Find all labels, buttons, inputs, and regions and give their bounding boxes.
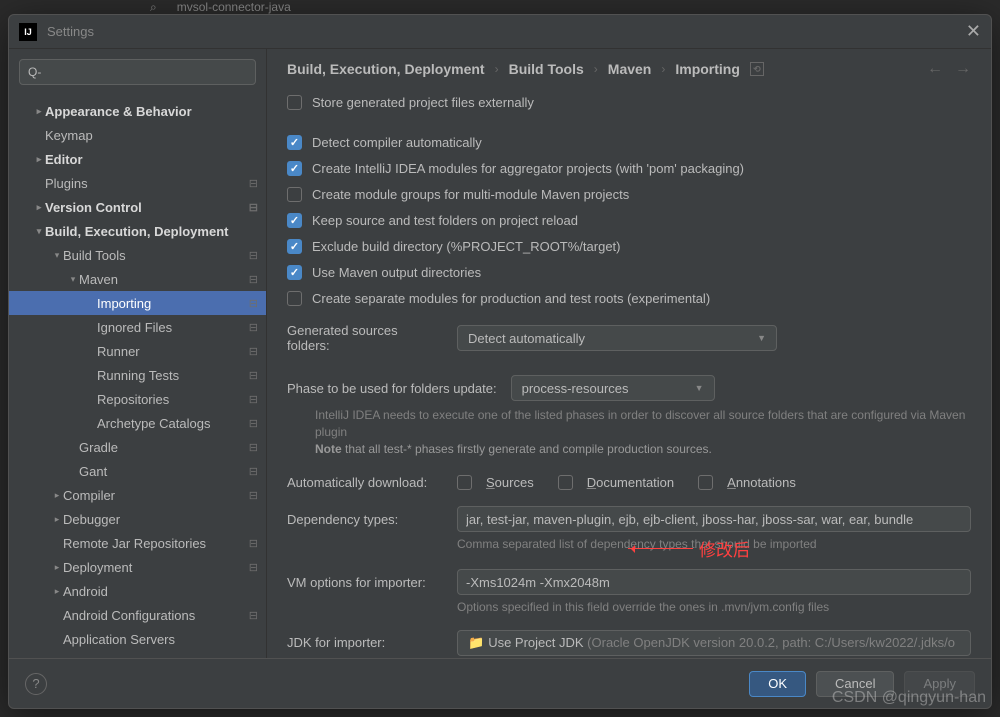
sidebar-item-archetype-catalogs[interactable]: Archetype Catalogs⊟ [9, 411, 266, 435]
sidebar-item-android[interactable]: ▸Android [9, 579, 266, 603]
checkbox-row[interactable]: ✓ Create IntelliJ IDEA modules for aggreg… [287, 155, 971, 181]
app-icon: IJ [19, 23, 37, 41]
checkbox-icon[interactable] [287, 95, 302, 110]
checkbox-row[interactable]: Create separate modules for production a… [287, 285, 971, 311]
help-icon[interactable]: ? [25, 673, 47, 695]
sidebar-item-deployment[interactable]: ▸Deployment⊟ [9, 555, 266, 579]
background-toolbar: ⌕mvsol-connector-java [0, 0, 1000, 14]
close-icon[interactable]: ✕ [966, 21, 981, 42]
checkbox-row[interactable]: Store generated project files externally [287, 89, 971, 115]
sidebar-item-build-tools[interactable]: ▾Build Tools⊟ [9, 243, 266, 267]
checkbox-icon[interactable]: ✓ [287, 265, 302, 280]
sidebar-item-appearance-behavior[interactable]: ▸Appearance & Behavior [9, 99, 266, 123]
search-input[interactable] [19, 59, 256, 85]
checkbox-label: Keep source and test folders on project … [312, 213, 578, 228]
phase-select[interactable]: process-resources▼ [511, 375, 715, 401]
dep-types-input[interactable] [457, 506, 971, 532]
checkbox-annotations[interactable] [698, 475, 713, 490]
checkbox-label: Create IntelliJ IDEA modules for aggrega… [312, 161, 744, 176]
checkbox-row[interactable]: ✓ Detect compiler automatically [287, 129, 971, 155]
ok-button[interactable]: OK [749, 671, 806, 697]
sidebar-item-android-configurations[interactable]: Android Configurations⊟ [9, 603, 266, 627]
settings-tree: ▸Appearance & BehaviorKeymap▸EditorPlugi… [9, 95, 266, 658]
sidebar-item-runner[interactable]: Runner⊟ [9, 339, 266, 363]
gen-sources-label: Generated sources folders: [287, 323, 443, 353]
breadcrumb: Build, Execution, Deployment› Build Tool… [267, 49, 991, 89]
checkbox-sources[interactable] [457, 475, 472, 490]
jdk-select[interactable]: 📁Use Project JDK (Oracle OpenJDK version… [457, 630, 971, 656]
dialog-footer: ? OK Cancel Apply [9, 658, 991, 708]
checkbox-documentation[interactable] [558, 475, 573, 490]
sidebar-item-compiler[interactable]: ▸Compiler⊟ [9, 483, 266, 507]
sidebar-item-editor[interactable]: ▸Editor [9, 147, 266, 171]
apply-button[interactable]: Apply [904, 671, 975, 697]
back-icon[interactable]: ← [927, 60, 943, 78]
sidebar-item-gradle[interactable]: Gradle⊟ [9, 435, 266, 459]
checkbox-icon[interactable]: ✓ [287, 239, 302, 254]
checkbox-row[interactable]: ✓ Use Maven output directories [287, 259, 971, 285]
checkbox-label: Detect compiler automatically [312, 135, 482, 150]
checkbox-icon[interactable] [287, 187, 302, 202]
sidebar-item-importing[interactable]: Importing⊟ [9, 291, 266, 315]
checkbox-label: Exclude build directory (%PROJECT_ROOT%/… [312, 239, 620, 254]
checkbox-row[interactable]: ✓ Exclude build directory (%PROJECT_ROOT%… [287, 233, 971, 259]
reset-icon[interactable]: ⟲ [750, 62, 764, 76]
jdk-label: JDK for importer: [287, 635, 443, 650]
sidebar-item-keymap[interactable]: Keymap [9, 123, 266, 147]
sidebar-item-plugins[interactable]: Plugins⊟ [9, 171, 266, 195]
sidebar-item-gant[interactable]: Gant⊟ [9, 459, 266, 483]
dep-types-hint: Comma separated list of dependency types… [287, 536, 971, 553]
checkbox-icon[interactable]: ✓ [287, 213, 302, 228]
checkbox-label: Create module groups for multi-module Ma… [312, 187, 629, 202]
sidebar-item-application-servers[interactable]: Application Servers [9, 627, 266, 651]
sidebar-item-ignored-files[interactable]: Ignored Files⊟ [9, 315, 266, 339]
cancel-button[interactable]: Cancel [816, 671, 894, 697]
sidebar-item-running-tests[interactable]: Running Tests⊟ [9, 363, 266, 387]
titlebar: IJ Settings ✕ [9, 15, 991, 49]
checkbox-label: Store generated project files externally [312, 95, 534, 110]
checkbox-row[interactable]: Create module groups for multi-module Ma… [287, 181, 971, 207]
settings-dialog: IJ Settings ✕ ▸Appearance & BehaviorKeym… [8, 14, 992, 709]
checkbox-icon[interactable]: ✓ [287, 135, 302, 150]
checkbox-icon[interactable] [287, 291, 302, 306]
checkbox-label: Use Maven output directories [312, 265, 481, 280]
phase-label: Phase to be used for folders update: [287, 381, 497, 396]
sidebar: ▸Appearance & BehaviorKeymap▸EditorPlugi… [9, 49, 267, 658]
main-panel: Build, Execution, Deployment› Build Tool… [267, 49, 991, 658]
auto-download-label: Automatically download: [287, 475, 443, 490]
checkbox-row[interactable]: ✓ Keep source and test folders on project… [287, 207, 971, 233]
sidebar-item-version-control[interactable]: ▸Version Control⊟ [9, 195, 266, 219]
checkbox-label: Create separate modules for production a… [312, 291, 710, 306]
vm-options-hint: Options specified in this field override… [287, 599, 971, 616]
checkbox-icon[interactable]: ✓ [287, 161, 302, 176]
dialog-title: Settings [47, 24, 966, 39]
vm-options-label: VM options for importer: [287, 575, 443, 590]
sidebar-item-build-execution-deployment[interactable]: ▾Build, Execution, Deployment [9, 219, 266, 243]
phase-hint: IntelliJ IDEA needs to execute one of th… [287, 407, 971, 457]
forward-icon[interactable]: → [955, 60, 971, 78]
sidebar-item-coverage[interactable]: Coverage⊟ [9, 651, 266, 658]
sidebar-item-remote-jar-repositories[interactable]: Remote Jar Repositories⊟ [9, 531, 266, 555]
dep-types-label: Dependency types: [287, 512, 443, 527]
gen-sources-select[interactable]: Detect automatically▼ [457, 325, 777, 351]
vm-options-input[interactable] [457, 569, 971, 595]
sidebar-item-maven[interactable]: ▾Maven⊟ [9, 267, 266, 291]
sidebar-item-debugger[interactable]: ▸Debugger [9, 507, 266, 531]
sidebar-item-repositories[interactable]: Repositories⊟ [9, 387, 266, 411]
